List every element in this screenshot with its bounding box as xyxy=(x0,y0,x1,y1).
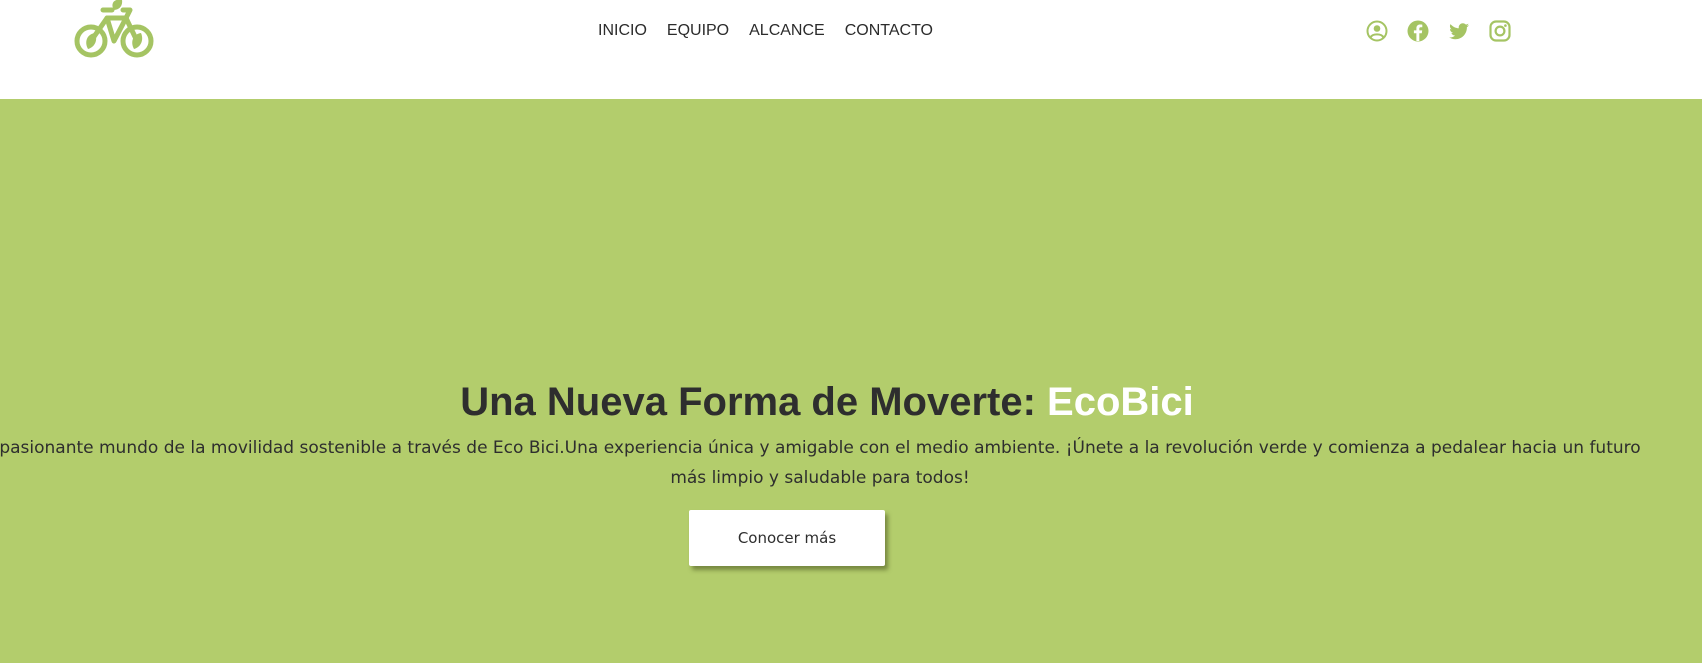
nav-alcance[interactable]: ALCANCE xyxy=(749,20,825,42)
hero-description: pasionante mundo de la movilidad sosteni… xyxy=(0,433,1670,493)
nav-contacto[interactable]: CONTACTO xyxy=(845,20,933,42)
hero-description-line1: pasionante mundo de la movilidad sosteni… xyxy=(0,438,1641,458)
hero-title: Una Nueva Forma de Moverte: EcoBici xyxy=(460,378,1194,426)
hero-title-brand: EcoBici xyxy=(1047,380,1194,424)
nav-inicio[interactable]: INICIO xyxy=(598,20,647,42)
twitter-icon[interactable] xyxy=(1448,20,1470,42)
logo-link[interactable] xyxy=(74,0,156,58)
social-links xyxy=(1366,20,1511,42)
hero-section: Una Nueva Forma de Moverte: EcoBici pasi… xyxy=(0,99,1702,663)
conocer-mas-button[interactable]: Conocer más xyxy=(689,510,885,566)
hero-description-line2: más limpio y saludable para todos! xyxy=(670,468,970,488)
facebook-icon[interactable] xyxy=(1407,20,1429,42)
nav-equipo[interactable]: EQUIPO xyxy=(667,20,729,42)
hero-title-prefix: Una Nueva Forma de Moverte: xyxy=(460,380,1048,424)
hero-title-wrap: Una Nueva Forma de Moverte: EcoBici xyxy=(0,378,1702,426)
main-nav: INICIO EQUIPO ALCANCE CONTACTO xyxy=(598,20,933,42)
site-header: INICIO EQUIPO ALCANCE CONTACTO xyxy=(0,0,1702,99)
user-icon[interactable] xyxy=(1366,20,1388,42)
bicycle-leaf-logo-icon xyxy=(74,0,154,58)
instagram-icon[interactable] xyxy=(1489,20,1511,42)
